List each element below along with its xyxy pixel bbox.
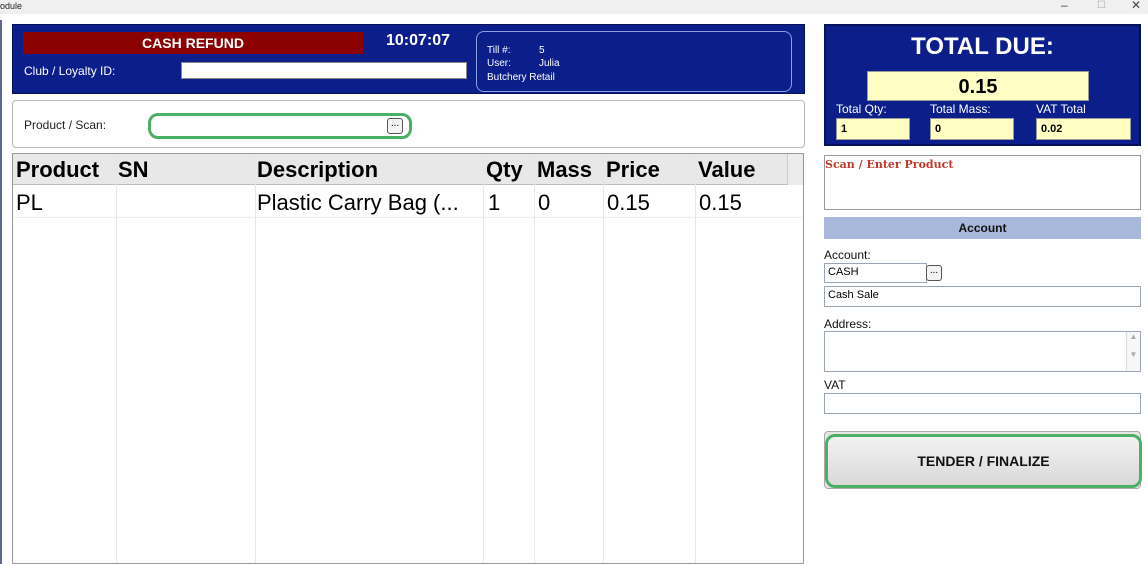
address-field[interactable]: ▲ ▼ [824, 331, 1141, 372]
cell-product[interactable]: PL [16, 190, 43, 216]
address-label: Address: [824, 317, 872, 331]
cell-mass[interactable]: 0 [538, 190, 550, 216]
store-name: Butchery Retail [487, 72, 555, 83]
maximize-icon[interactable]: ☐ [1097, 0, 1106, 12]
vat-total-label: VAT Total [1036, 102, 1086, 116]
column-header-sn[interactable]: SN [118, 157, 149, 183]
window-title-bar: odule – ☐ ✕ [0, 0, 1148, 14]
total-due-panel: TOTAL DUE: 0.15 Total Qty: Total Mass: V… [824, 24, 1141, 146]
transaction-header: CASH REFUND 10:07:07 Club / Loyalty ID: … [12, 24, 805, 94]
account-label: Account: [824, 248, 871, 262]
session-info: Till #: 5 User: Julia Butchery Retail [476, 31, 792, 92]
table-scrollbar-corner [787, 154, 803, 185]
minimize-icon[interactable]: – [1061, 0, 1068, 11]
account-section-header: Account [824, 217, 1141, 239]
column-header-value[interactable]: Value [698, 157, 755, 183]
account-code-field[interactable]: CASH [824, 263, 927, 283]
address-scrollbar[interactable]: ▲ ▼ [1126, 332, 1140, 371]
total-due-amount: 0.15 [867, 71, 1089, 101]
window-edge [0, 20, 2, 564]
product-scan-panel: Product / Scan: ... [12, 100, 805, 148]
user-name: Julia [539, 58, 560, 69]
close-icon[interactable]: ✕ [1131, 0, 1141, 11]
transaction-mode-banner: CASH REFUND [23, 32, 363, 54]
user-label: User: [487, 58, 511, 69]
window-title: odule [0, 1, 23, 11]
scan-prompt-text: Scan / Enter Product [825, 158, 954, 171]
total-qty-label: Total Qty: [836, 102, 887, 116]
vat-total-value: 0.02 [1036, 118, 1131, 140]
account-lookup-button[interactable]: ... [926, 265, 942, 281]
loyalty-id-input[interactable] [181, 62, 467, 79]
total-qty-value: 1 [836, 118, 910, 140]
cell-description[interactable]: Plastic Carry Bag (... [257, 190, 459, 216]
sale-lines-table: Product SN Description Qty Mass Price Va… [12, 153, 804, 564]
clock: 10:07:07 [386, 32, 451, 49]
column-header-product[interactable]: Product [16, 157, 99, 183]
product-scan-input[interactable]: ... [148, 113, 412, 139]
tender-finalize-button[interactable]: TENDER / FINALIZE [825, 434, 1142, 488]
scan-prompt-box: Scan / Enter Product [824, 155, 1141, 210]
column-header-qty[interactable]: Qty [486, 157, 523, 183]
tender-button-frame: TENDER / FINALIZE [824, 431, 1142, 489]
cell-price[interactable]: 0.15 [607, 190, 650, 216]
loyalty-label: Club / Loyalty ID: [24, 64, 116, 78]
till-number: 5 [539, 45, 545, 56]
vat-label: VAT [824, 378, 846, 392]
column-header-price[interactable]: Price [606, 157, 660, 183]
product-lookup-button[interactable]: ... [387, 118, 403, 134]
total-mass-label: Total Mass: [930, 102, 991, 116]
till-label: Till #: [487, 45, 511, 56]
column-header-mass[interactable]: Mass [537, 157, 592, 183]
total-mass-value: 0 [930, 118, 1014, 140]
table-row[interactable] [13, 217, 803, 218]
column-header-description[interactable]: Description [257, 157, 378, 183]
total-due-title: TOTAL DUE: [911, 33, 1054, 60]
product-scan-label: Product / Scan: [24, 118, 107, 132]
cell-value[interactable]: 0.15 [699, 190, 742, 216]
vat-field[interactable] [824, 393, 1141, 414]
cell-qty[interactable]: 1 [488, 190, 500, 216]
account-name-field[interactable]: Cash Sale [824, 286, 1141, 307]
